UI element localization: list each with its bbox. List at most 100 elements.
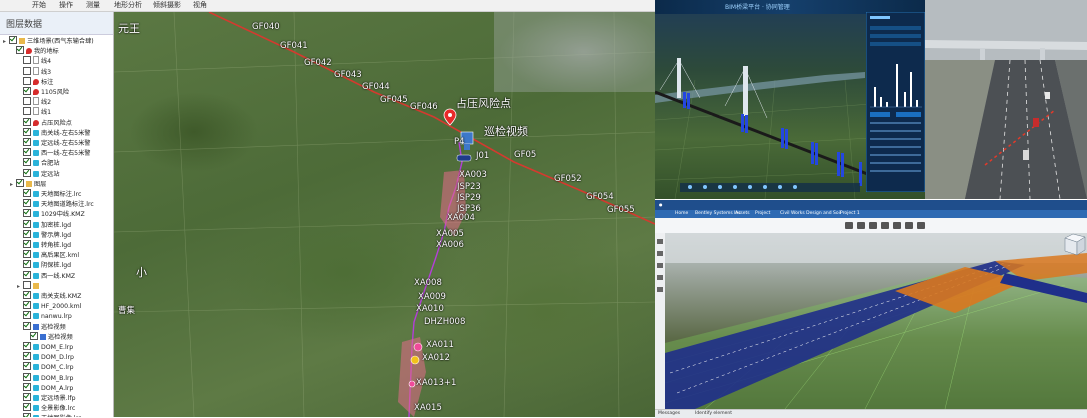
layer-checkbox[interactable] xyxy=(23,372,31,381)
layer-checkbox[interactable] xyxy=(30,331,38,340)
layer-tree-item[interactable]: 定远线-左右5米警 xyxy=(17,138,90,148)
tool-icon[interactable] xyxy=(718,185,722,189)
menu-terrain[interactable]: 地形分析 xyxy=(114,0,142,11)
layer-checkbox[interactable] xyxy=(23,107,31,116)
layer-checkbox[interactable] xyxy=(23,148,31,157)
layer-checkbox[interactable] xyxy=(23,352,31,361)
layer-tree-item[interactable]: 标注 xyxy=(17,76,53,87)
3d-viewport[interactable] xyxy=(665,233,1087,409)
layer-checkbox[interactable] xyxy=(23,280,31,289)
layer-tree-item[interactable]: 西一线-左右5米警 xyxy=(17,148,90,158)
layer-tree-item[interactable]: 占压风险点 xyxy=(17,117,72,128)
layer-tree-item[interactable]: DOM_E.lrp xyxy=(17,342,73,352)
side-tool-icon[interactable] xyxy=(657,275,663,280)
layer-checkbox[interactable] xyxy=(23,127,31,136)
tool-icon[interactable] xyxy=(703,185,707,189)
tab-bentley[interactable]: Bentley Systems Inc xyxy=(695,211,741,216)
layer-tree-item[interactable]: 合肥站 xyxy=(17,158,60,168)
tool-icon[interactable] xyxy=(688,185,692,189)
layer-checkbox[interactable] xyxy=(16,178,24,187)
layer-checkbox[interactable] xyxy=(9,36,17,44)
layer-tree-item[interactable]: DOM_C.lrp xyxy=(17,362,74,372)
vehicle-icon[interactable] xyxy=(456,154,472,162)
layer-tree-item[interactable]: 警示牌.lgd xyxy=(17,229,71,240)
layer-checkbox[interactable] xyxy=(23,158,31,167)
layer-checkbox[interactable] xyxy=(23,56,31,65)
layer-checkbox[interactable] xyxy=(23,168,31,177)
menu-view[interactable]: 视角 xyxy=(193,0,207,11)
tool-icon[interactable] xyxy=(793,185,797,189)
layer-checkbox[interactable] xyxy=(23,76,31,85)
layer-checkbox[interactable] xyxy=(23,97,31,106)
layer-checkbox[interactable] xyxy=(23,291,31,299)
layer-tree-item[interactable]: DOM_B.lrp xyxy=(17,372,73,383)
layer-tree-item[interactable]: nanwu.lrp xyxy=(17,311,72,321)
marker-icon[interactable] xyxy=(408,380,416,388)
tab-project[interactable]: Project xyxy=(755,211,770,216)
side-tool-icon[interactable] xyxy=(657,287,663,292)
layer-checkbox[interactable] xyxy=(23,393,31,401)
tab-project-1[interactable]: Project 1 xyxy=(840,211,860,216)
layer-tree-item[interactable]: 巡检视频 xyxy=(24,331,73,342)
layer-tree-item[interactable]: DOM_A.lrp xyxy=(17,382,73,393)
layer-checkbox[interactable] xyxy=(23,66,31,75)
layer-checkbox[interactable] xyxy=(23,229,31,238)
layer-checkbox[interactable] xyxy=(23,240,31,248)
menu-operate[interactable]: 操作 xyxy=(59,0,73,11)
tool-icon[interactable] xyxy=(763,185,767,189)
layer-checkbox[interactable] xyxy=(23,403,31,412)
menu-measure[interactable]: 测量 xyxy=(86,0,100,11)
layer-checkbox[interactable] xyxy=(23,260,31,269)
layer-tree-item[interactable]: DOM_D.lrp xyxy=(17,352,74,362)
tab-civil[interactable]: Civil Works Design and Soil xyxy=(780,211,841,216)
layer-checkbox[interactable] xyxy=(23,270,31,279)
tool-icon[interactable] xyxy=(748,185,752,189)
layer-checkbox[interactable] xyxy=(23,250,31,259)
tool-zoom-icon[interactable] xyxy=(881,222,889,229)
tool-section-icon[interactable] xyxy=(917,222,925,229)
satellite-map[interactable]: 元王 小 曹集 GF040 GF041 GF042 GF043 GF044 GF045 GF… xyxy=(114,12,655,417)
layer-tree-item[interactable]: 我的地标 xyxy=(10,46,59,56)
layer-tree-item[interactable]: 线4 xyxy=(17,56,51,66)
risk-marker-icon[interactable] xyxy=(443,108,457,126)
layer-checkbox[interactable] xyxy=(23,413,31,417)
side-tool-icon[interactable] xyxy=(657,239,663,244)
layer-tree-item[interactable]: 天地图影像.lrc xyxy=(17,413,81,417)
layer-tree-item[interactable]: 加密桩.lgd xyxy=(17,219,71,230)
tool-select-icon[interactable] xyxy=(845,222,853,229)
layer-checkbox[interactable] xyxy=(23,189,31,197)
layer-tree-item[interactable]: 定远场景.lfp xyxy=(17,393,76,403)
tool-move-icon[interactable] xyxy=(857,222,865,229)
layer-checkbox[interactable] xyxy=(23,117,31,126)
view-cube-icon[interactable] xyxy=(1064,233,1086,256)
menu-start[interactable]: 开始 xyxy=(32,0,46,11)
layer-tree-item[interactable]: ▸ xyxy=(17,280,41,291)
side-tool-icon[interactable] xyxy=(657,263,663,268)
layer-tree-item[interactable]: 巡检视频 xyxy=(17,321,66,332)
layer-checkbox[interactable] xyxy=(23,219,31,228)
status-messages[interactable]: Messages xyxy=(658,411,680,416)
layer-checkbox[interactable] xyxy=(23,138,31,146)
layer-checkbox[interactable] xyxy=(23,321,31,330)
layer-checkbox[interactable] xyxy=(23,362,31,371)
marker-icon[interactable] xyxy=(410,355,420,365)
marker-icon[interactable] xyxy=(413,342,423,352)
tool-icon[interactable] xyxy=(733,185,737,189)
layer-tree-item[interactable]: 线1 xyxy=(17,107,51,117)
layer-checkbox[interactable] xyxy=(23,301,31,310)
layer-checkbox[interactable] xyxy=(23,311,31,320)
tool-icon[interactable] xyxy=(778,185,782,189)
layer-tree-item[interactable]: ▸ 图层 xyxy=(10,178,46,189)
tool-measure-icon[interactable] xyxy=(905,222,913,229)
layer-tree-item[interactable]: 全景影像.lrc xyxy=(17,403,75,413)
layer-checkbox[interactable] xyxy=(23,342,31,350)
layer-checkbox[interactable] xyxy=(23,382,31,391)
layer-tree-item[interactable]: 西一线.KMZ xyxy=(17,270,75,281)
layer-tree-item[interactable]: 线2 xyxy=(17,97,51,107)
layer-checkbox[interactable] xyxy=(23,209,31,218)
tab-assets[interactable]: Assets xyxy=(735,211,750,216)
layer-tree-item[interactable]: 线3 xyxy=(17,66,51,77)
layer-tree-item[interactable]: 定远站 xyxy=(17,168,60,179)
tab-home[interactable]: Home xyxy=(675,211,688,216)
tool-fit-icon[interactable] xyxy=(893,222,901,229)
